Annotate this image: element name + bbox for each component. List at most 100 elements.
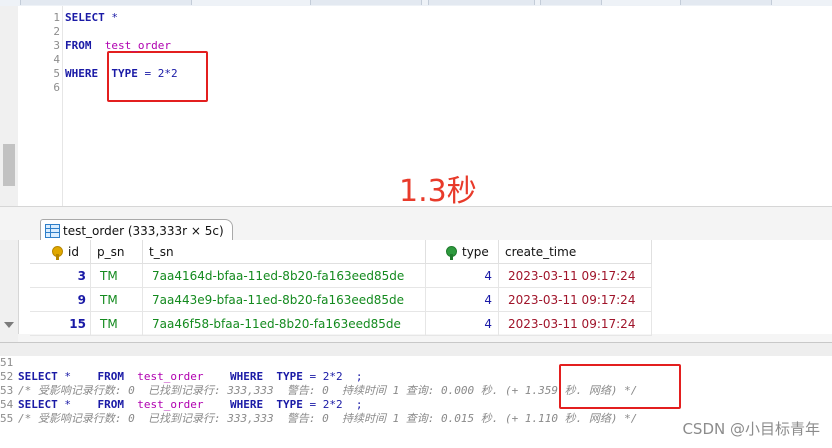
- code-token: TYPE: [276, 398, 303, 411]
- code-token: test_order: [137, 370, 204, 383]
- result-tabbar: test_order (333,333r × 5c): [0, 214, 832, 241]
- column-header-create_time[interactable]: create_time: [499, 240, 652, 264]
- line-number-gutter: 123456: [18, 6, 63, 206]
- column-header-label: id: [68, 245, 79, 259]
- scroll-down-icon[interactable]: [4, 322, 14, 328]
- code-token: WHERE: [229, 398, 264, 411]
- column-header-label: p_sn: [97, 245, 125, 259]
- result-tab-test-order[interactable]: test_order (333,333r × 5c): [40, 219, 233, 241]
- code-line[interactable]: WHERE TYPE = 2*2: [65, 67, 178, 81]
- code-token: SELECT: [18, 398, 58, 411]
- grid-cell-id[interactable]: 3: [30, 264, 91, 288]
- column-header-label: t_sn: [149, 245, 174, 259]
- code-token: TYPE: [276, 370, 303, 383]
- code-token: ;: [342, 398, 363, 411]
- column-header-p_sn[interactable]: p_sn: [91, 240, 143, 264]
- result-grid[interactable]: id p_sn t_sn type create_time 3 TM 7aa4164d-bfa…: [0, 240, 832, 342]
- editor-tab[interactable]: [680, 0, 772, 5]
- message-line-number: 51: [0, 356, 14, 369]
- code-token: test_order: [104, 39, 171, 52]
- message-line-number: 55: [0, 412, 14, 425]
- editor-tab[interactable]: [540, 0, 602, 5]
- grid-cell-create_time[interactable]: 2023-03-11 09:17:24: [499, 312, 652, 336]
- timing-annotation: 1.3秒: [399, 174, 477, 209]
- query-stats-comment: /* 受影响记录行数: 0 已找到记录行: 333,333 警告: 0 持续时间…: [18, 384, 638, 397]
- column-header-t_sn[interactable]: t_sn: [143, 240, 426, 264]
- grid-cell-p_sn[interactable]: TM: [91, 312, 143, 336]
- column-header-label: type: [462, 245, 489, 259]
- grid-cell-t_sn[interactable]: 7aa4164d-bfaa-11ed-8b20-fa163eed85de: [143, 264, 426, 288]
- message-line-number: 53: [0, 384, 14, 397]
- grid-cell-t_sn[interactable]: 7aa443e9-bfaa-11ed-8b20-fa163eed85de: [143, 288, 426, 312]
- column-header-label: create_time: [505, 245, 577, 259]
- grid-cell-id[interactable]: 9: [30, 288, 91, 312]
- editor-tab[interactable]: [310, 0, 422, 5]
- line-number: 3: [53, 39, 60, 52]
- grid-cell-type[interactable]: 4: [426, 312, 499, 336]
- line-number: 1: [53, 11, 60, 24]
- grid-cell-create_time[interactable]: 2023-03-11 09:17:24: [499, 264, 652, 288]
- scrollbar-thumb[interactable]: [3, 144, 15, 186]
- grid-cell-type[interactable]: 4: [426, 288, 499, 312]
- index-key-icon: [444, 245, 458, 260]
- code-line[interactable]: FROM test_order: [65, 39, 171, 53]
- code-token: WHERE: [229, 370, 264, 383]
- message-line-number: 54: [0, 398, 14, 411]
- code-token: 2*2: [322, 398, 343, 411]
- line-number: 2: [53, 25, 60, 38]
- watermark: CSDN @小目标青年: [682, 420, 820, 438]
- message-line[interactable]: 54 SELECT * FROM test_order WHERE TYPE = …: [0, 398, 362, 412]
- code-token: *: [104, 11, 118, 24]
- table-grid-icon: [45, 223, 60, 238]
- code-token: =: [302, 398, 323, 411]
- code-token: =: [302, 370, 323, 383]
- editor-scrollbar[interactable]: [0, 6, 19, 206]
- code-token: 2*2: [157, 67, 178, 80]
- code-token: =: [137, 67, 158, 80]
- code-token: test_order: [137, 398, 204, 411]
- message-line[interactable]: 52 SELECT * FROM test_order WHERE TYPE = …: [0, 370, 362, 384]
- grid-cell-create_time[interactable]: 2023-03-11 09:17:24: [499, 288, 652, 312]
- result-tab-label: test_order (333,333r × 5c): [63, 223, 224, 238]
- line-number: 4: [53, 53, 60, 66]
- editor-tab[interactable]: [428, 0, 535, 5]
- grid-cell-t_sn[interactable]: 7aa46f58-bfaa-11ed-8b20-fa163eed85de: [143, 312, 426, 336]
- code-token: *: [57, 370, 98, 383]
- code-token: TYPE: [111, 67, 138, 80]
- sql-editor[interactable]: 123456 1.3秒 SELECT * FROM test_order WHERE…: [0, 6, 832, 209]
- grid-cell-id[interactable]: 15: [30, 312, 91, 336]
- grid-cell-p_sn[interactable]: TM: [91, 288, 143, 312]
- code-token: *: [57, 398, 98, 411]
- code-token: FROM: [97, 398, 125, 411]
- message-line[interactable]: 55 /* 受影响记录行数: 0 已找到记录行: 333,333 警告: 0 持续…: [0, 412, 637, 426]
- code-token: SELECT: [18, 370, 58, 383]
- grid-cell-p_sn[interactable]: TM: [91, 264, 143, 288]
- editor-tab[interactable]: [20, 0, 192, 5]
- column-header-id[interactable]: id: [30, 240, 91, 264]
- grid-row-scroll[interactable]: [0, 240, 19, 342]
- code-token: FROM: [65, 39, 92, 52]
- query-stats-comment: /* 受影响记录行数: 0 已找到记录行: 333,333 警告: 0 持续时间…: [18, 412, 638, 425]
- line-number: 5: [53, 67, 60, 80]
- message-line[interactable]: 51: [0, 356, 18, 370]
- code-line[interactable]: SELECT *: [65, 11, 118, 25]
- column-header-type[interactable]: type: [426, 240, 499, 264]
- message-line-number: 52: [0, 370, 14, 383]
- code-token: 2*2: [322, 370, 343, 383]
- code-token: WHERE: [65, 67, 99, 80]
- code-token: FROM: [97, 370, 125, 383]
- code-token: ;: [342, 370, 363, 383]
- message-line[interactable]: 53 /* 受影响记录行数: 0 已找到记录行: 333,333 警告: 0 持续…: [0, 384, 637, 398]
- line-number: 6: [53, 81, 60, 94]
- grid-cell-type[interactable]: 4: [426, 264, 499, 288]
- primary-key-icon: [50, 245, 64, 260]
- code-token: SELECT: [65, 11, 105, 24]
